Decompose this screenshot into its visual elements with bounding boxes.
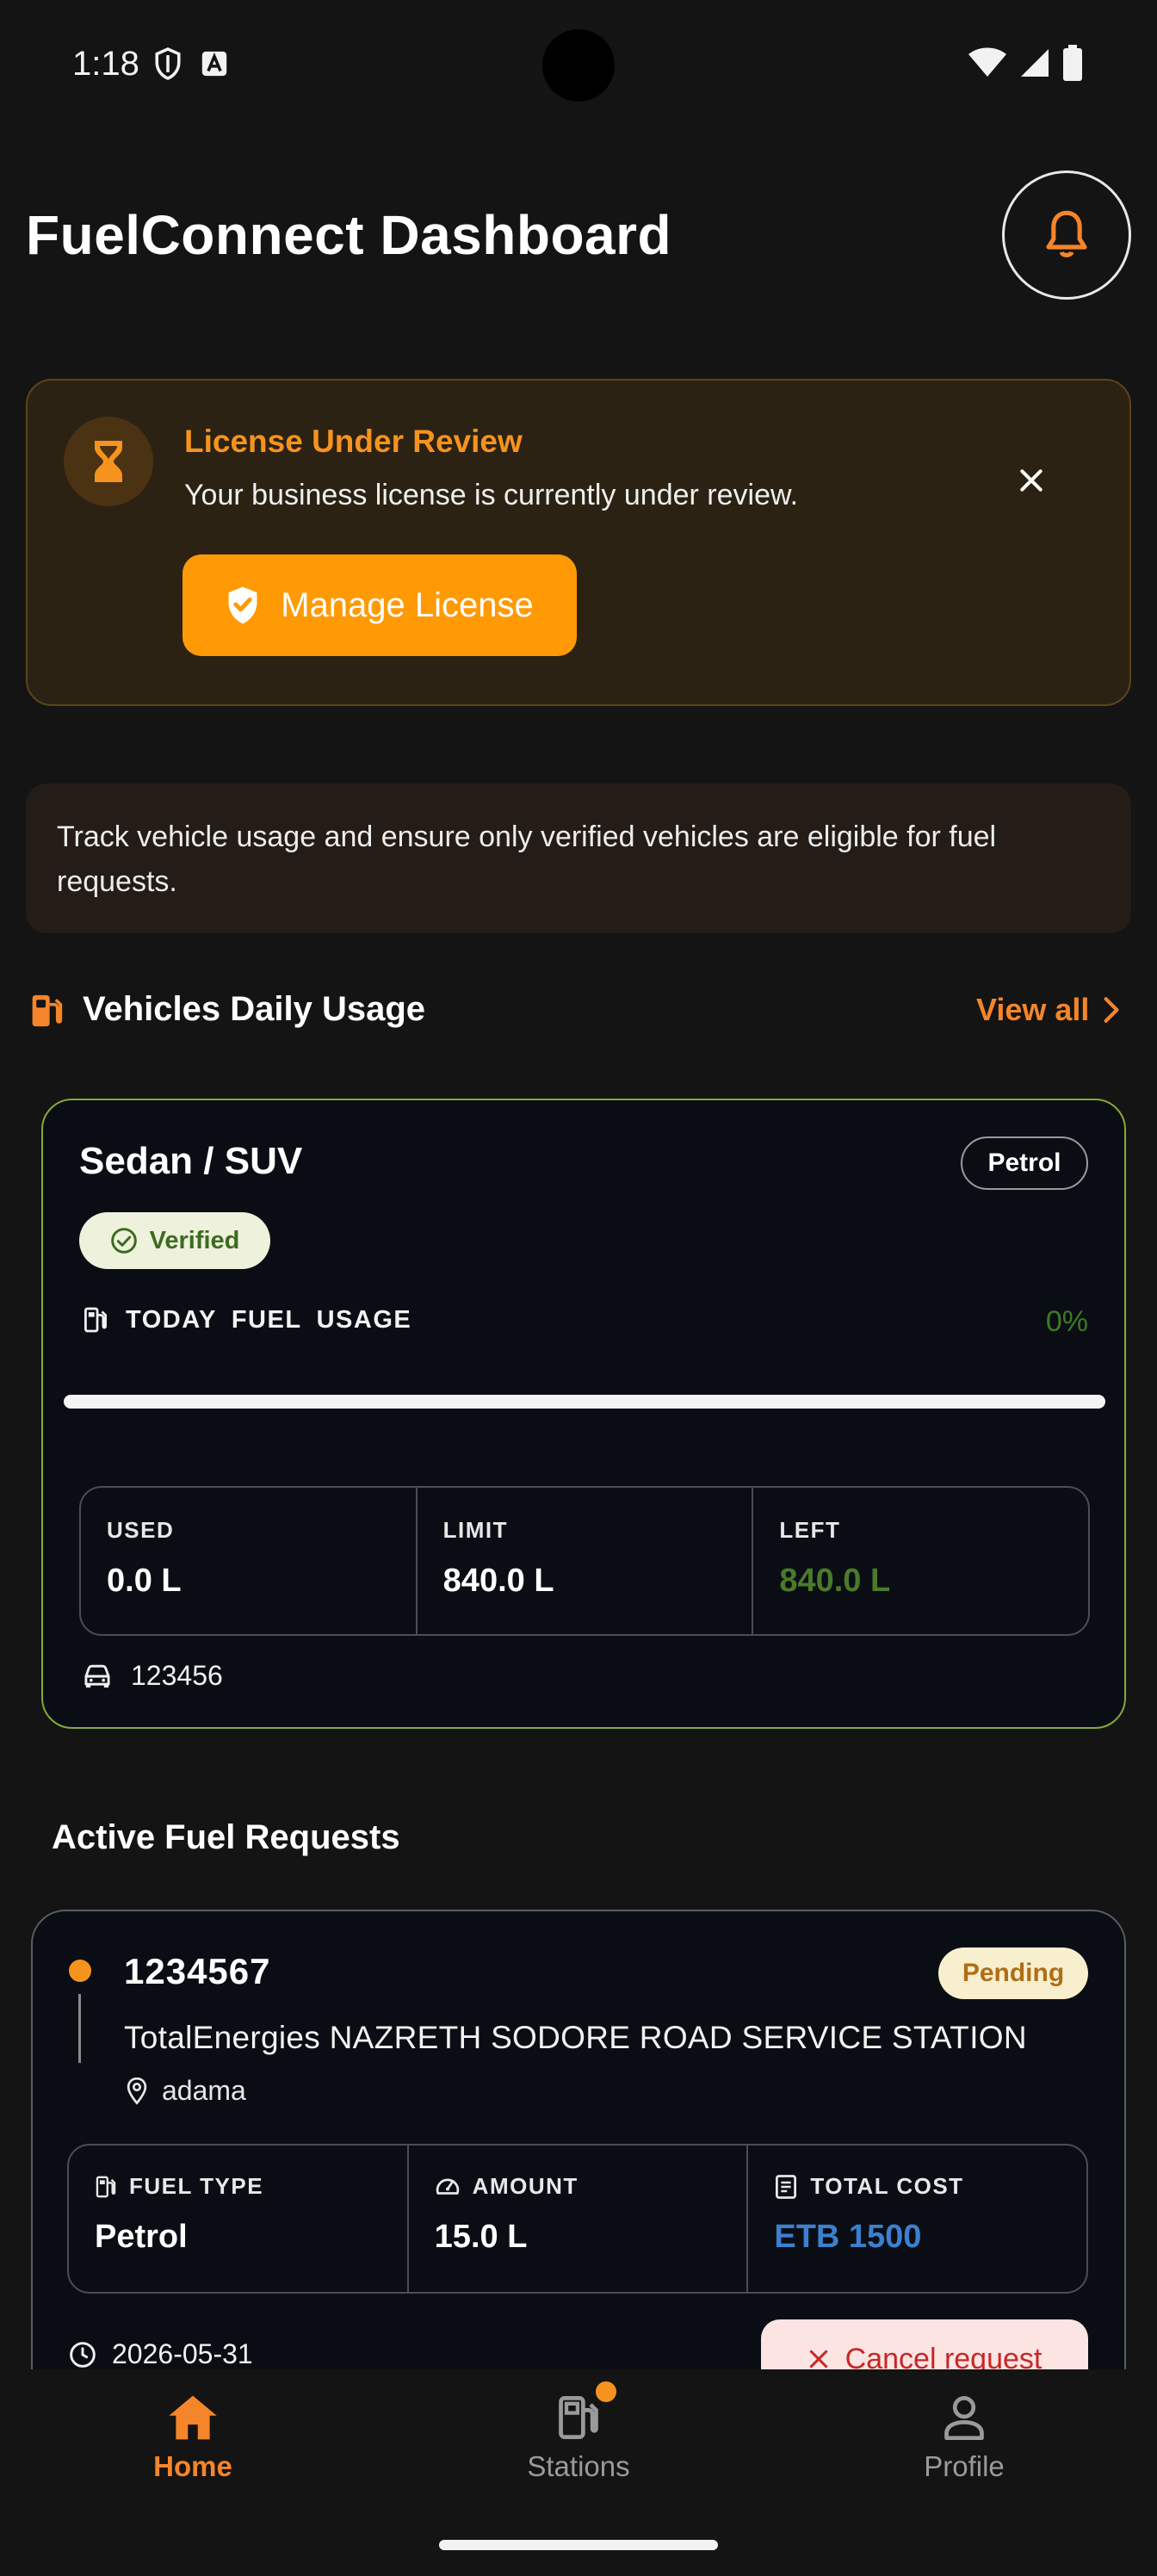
- camera-cutout: [542, 29, 615, 102]
- location-row: adama: [126, 2075, 246, 2107]
- stat-limit: LIMIT 840.0 L: [418, 1488, 754, 1634]
- station-name: TotalEnergies NAZRETH SODORE ROAD SERVIC…: [124, 2020, 1027, 2055]
- vehicle-name: Sedan / SUV: [79, 1140, 303, 1182]
- status-time: 1:18: [72, 45, 139, 83]
- hourglass-icon: [64, 417, 153, 506]
- usage-progress-bar: [64, 1395, 1105, 1409]
- license-banner-title: License Under Review: [184, 424, 523, 459]
- stat-value: 840.0 L: [779, 1563, 891, 1599]
- fuel-pump-icon: [83, 1305, 108, 1334]
- request-stats: FUEL TYPE Petrol AMOUNT 15.0 L TOTAL COS…: [67, 2144, 1088, 2294]
- info-box: Track vehicle usage and ensure only veri…: [26, 783, 1131, 933]
- nav-item-stations[interactable]: Stations: [449, 2393, 708, 2483]
- requests-section-title: Active Fuel Requests: [52, 1818, 400, 1856]
- timeline-line: [78, 1994, 81, 2063]
- fuel-pump-icon: [95, 2174, 117, 2200]
- view-all-link[interactable]: View all: [976, 992, 1120, 1028]
- stat-total-cost: TOTAL COST ETB 1500: [748, 2146, 1086, 2292]
- license-banner-message: Your business license is currently under…: [184, 479, 799, 511]
- verified-label: Verified: [149, 1226, 240, 1254]
- app-notification-icon: [200, 49, 229, 78]
- clock-icon: [69, 2341, 96, 2369]
- stat-value: Petrol: [95, 2219, 188, 2255]
- nav-label-home: Home: [153, 2450, 232, 2482]
- status-dot: [69, 1960, 91, 1982]
- fuel-station-icon: [556, 2393, 601, 2442]
- status-icons-right: [968, 45, 1083, 81]
- stat-label: LIMIT: [442, 1517, 509, 1543]
- request-id: 1234567: [124, 1951, 271, 1991]
- manage-license-label: Manage License: [281, 585, 534, 624]
- receipt-icon: [774, 2174, 798, 2200]
- stat-label: AMOUNT: [472, 2173, 578, 2199]
- stat-used: USED 0.0 L: [81, 1488, 418, 1634]
- request-date: 2026-05-31: [112, 2338, 253, 2369]
- notifications-button[interactable]: [1002, 170, 1131, 300]
- status-icons-left: [153, 46, 229, 81]
- info-text: Track vehicle usage and ensure only veri…: [57, 820, 997, 898]
- stat-value: ETB 1500: [774, 2219, 922, 2255]
- stat-value: 0.0 L: [107, 1563, 182, 1599]
- fuel-pump-icon: [29, 992, 64, 1030]
- bell-icon: [1043, 208, 1091, 262]
- stat-label: USED: [107, 1517, 175, 1543]
- manage-license-button[interactable]: Manage License: [183, 554, 577, 656]
- person-icon: [942, 2393, 987, 2442]
- fuel-type-chip: Petrol: [961, 1136, 1088, 1190]
- stat-value: 840.0 L: [442, 1563, 554, 1599]
- status-badge: Pending: [938, 1947, 1088, 1999]
- chevron-right-icon: [1103, 996, 1120, 1024]
- plate-row: 123456: [83, 1660, 223, 1692]
- check-circle-icon: [110, 1227, 138, 1254]
- battery-icon: [1062, 45, 1083, 81]
- location-pin-icon: [126, 2077, 148, 2105]
- stat-label: LEFT: [779, 1517, 841, 1543]
- nav-label-stations: Stations: [527, 2450, 630, 2482]
- wifi-icon: [968, 47, 1007, 78]
- nav-item-home[interactable]: Home: [64, 2393, 322, 2483]
- usage-percent: 0%: [1045, 1305, 1088, 1338]
- verified-badge: Verified: [79, 1212, 270, 1269]
- usage-stats: USED 0.0 L LIMIT 840.0 L LEFT 840.0 L: [79, 1486, 1090, 1636]
- view-all-label: View all: [976, 992, 1090, 1027]
- shield-icon: [153, 46, 183, 81]
- vehicles-section-title: Vehicles Daily Usage: [83, 990, 426, 1028]
- shield-check-icon: [226, 585, 260, 625]
- car-icon: [83, 1663, 112, 1689]
- home-indicator[interactable]: [439, 2540, 718, 2550]
- usage-header: TODAY FUEL USAGE: [83, 1305, 411, 1334]
- close-icon[interactable]: [1009, 458, 1054, 503]
- stat-label: TOTAL COST: [810, 2173, 964, 2199]
- usage-label: TODAY FUEL USAGE: [126, 1305, 412, 1334]
- stations-notification-dot: [596, 2381, 616, 2402]
- stat-left: LEFT 840.0 L: [753, 1488, 1088, 1634]
- stat-label: FUEL TYPE: [129, 2173, 264, 2199]
- stat-value: 15.0 L: [434, 2219, 528, 2255]
- plate-number: 123456: [131, 1660, 223, 1691]
- close-icon: [807, 2348, 830, 2370]
- location-label: adama: [162, 2075, 246, 2106]
- nav-item-profile[interactable]: Profile: [835, 2393, 1093, 2483]
- date-row: 2026-05-31: [69, 2338, 253, 2370]
- signal-icon: [1019, 47, 1050, 78]
- stat-amount: AMOUNT 15.0 L: [409, 2146, 749, 2292]
- home-icon: [167, 2393, 219, 2442]
- gauge-icon: [435, 2174, 461, 2200]
- nav-label-profile: Profile: [924, 2450, 1005, 2482]
- page-title: FuelConnect Dashboard: [26, 204, 672, 266]
- stat-fuel-type: FUEL TYPE Petrol: [69, 2146, 409, 2292]
